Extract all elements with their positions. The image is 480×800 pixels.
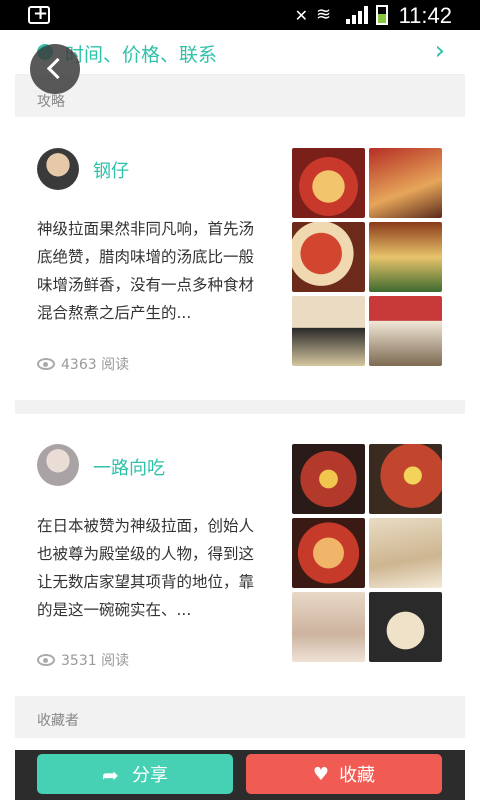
clock: 11:42 [398,3,452,28]
food-photo[interactable] [369,592,442,662]
add-icon [28,3,50,24]
action-bar: 分享 ♥ 收藏 [15,750,465,800]
food-photo[interactable] [369,518,442,588]
post-excerpt: 在日本被赞为神级拉面，创始人也被尊为殿堂级的人物，得到这让无数店家望其项背的地位… [37,517,255,619]
section-title: 收藏者 [37,713,79,729]
avatar[interactable] [37,148,79,190]
post-excerpt: 神级拉面果然非同凡响，首先汤底绝赞，腊肉味增的汤底比一般味增汤鲜香，没有一点多种… [37,220,255,322]
view-count-label: 3531 阅读 [61,653,130,669]
section-title: 攻略 [37,94,65,110]
favorite-button[interactable]: ♥ 收藏 [246,754,442,794]
food-photo[interactable] [292,148,365,218]
view-count: 4363 阅读 [37,354,129,374]
eye-icon [37,358,55,370]
post-card[interactable]: 钢仔 神级拉面果然非同凡响，首先汤底绝赞，腊肉味增的汤底比一般味增汤鲜香，没有一… [15,117,465,400]
battery-icon [376,5,388,25]
food-photo[interactable] [369,222,442,292]
view-count-label: 4363 阅读 [61,357,130,373]
section-header-guides: 攻略 [15,75,465,117]
status-icons: ✕ ≋ [295,5,388,25]
view-count: 3531 阅读 [37,650,129,670]
info-row-label: 时间、价格、联系 [65,44,218,66]
photo-grid [292,148,442,366]
share-icon [102,766,122,782]
food-photo[interactable] [292,222,365,292]
eye-icon [37,654,55,666]
info-row[interactable]: 时间、价格、联系 › [15,30,465,75]
food-photo[interactable] [369,444,442,514]
photo-grid [292,444,442,662]
heart-icon: ♥ [312,763,330,785]
food-photo[interactable] [369,296,442,366]
food-photo[interactable] [292,518,365,588]
avatar[interactable] [37,444,79,486]
back-button[interactable] [30,44,80,94]
share-button[interactable]: 分享 [37,754,233,794]
mute-vibrate-icon: ✕ [294,5,308,25]
food-photo[interactable] [369,148,442,218]
detail-page: 时间、价格、联系 › 攻略 钢仔 神级拉面果然非同凡响，首先汤底绝赞，腊肉味增的… [15,30,465,750]
food-photo[interactable] [292,592,365,662]
signal-icon [346,6,368,24]
share-label: 分享 [132,765,168,786]
post-author[interactable]: 一路向吃 [93,454,165,480]
favorite-label: 收藏 [339,765,376,786]
divider [15,400,465,414]
food-photo[interactable] [292,296,365,366]
chevron-right-icon: › [434,36,445,66]
post-author[interactable]: 钢仔 [93,157,129,183]
food-photo[interactable] [292,444,365,514]
post-card[interactable]: 一路向吃 在日本被赞为神级拉面，创始人也被尊为殿堂级的人物，得到这让无数店家望其… [15,414,465,696]
wifi-icon: ≋ [316,4,332,25]
status-bar: ✕ ≋ 11:42 [0,0,480,30]
section-header-collectors: 收藏者 [15,696,465,738]
